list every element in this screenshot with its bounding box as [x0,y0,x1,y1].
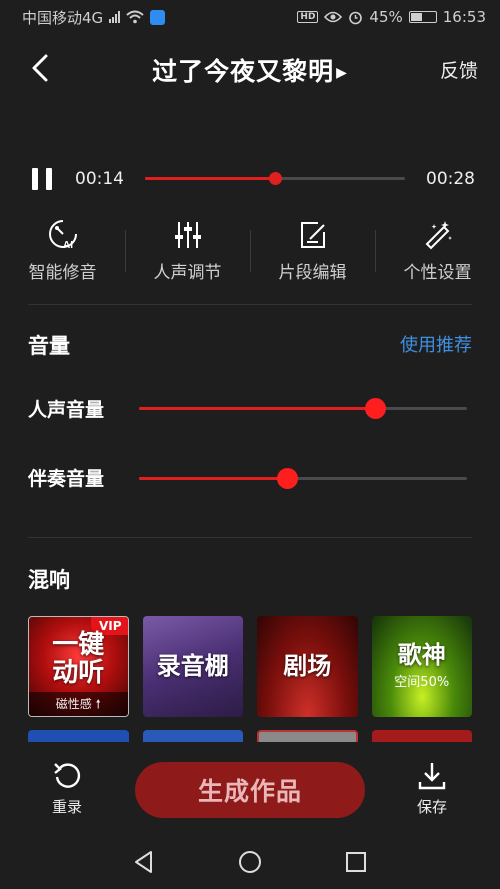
reverb-tile-singer-god[interactable]: 歌神 空间50% [371,616,472,717]
shield-icon [150,9,166,25]
edit-icon [300,222,325,248]
system-nav-bar [0,832,500,889]
reverb-tile-studio[interactable]: 录音棚 [142,616,243,717]
carrier-label: 中国移动4G [22,8,104,27]
volume-section-title: 音量 [28,334,70,358]
tool-label: 片段编辑 [278,263,347,283]
feedback-button[interactable]: 反馈 [440,56,478,83]
save-label: 保存 [416,798,447,816]
reverb-section-title: 混响 [28,568,70,592]
tool-label: 人声调节 [153,263,222,283]
playback-progress[interactable] [145,172,405,185]
tool-vocal-adjust[interactable]: 人声调节 [125,218,250,284]
song-title[interactable]: 过了今夜又黎明 ▶ [0,52,500,88]
slider-fill [139,477,287,480]
pause-bar-right [46,168,52,190]
progress-fill [145,177,275,180]
reverb-tile-one-click[interactable]: VIP 一键 动听 磁性感 🠕 [28,616,129,717]
battery-icon [408,11,437,23]
pause-bar-left [32,168,38,190]
tile-title-line1: 一键 [52,630,105,661]
vocal-volume-slider[interactable] [139,398,467,419]
tile-title: 录音棚 [156,651,229,680]
tile-footer: 磁性感 🠕 [29,692,128,716]
accompaniment-volume-thumb[interactable] [276,468,298,489]
accompaniment-volume-label: 伴奏音量 [28,468,105,490]
vocal-volume-thumb[interactable] [365,398,387,419]
sliders-icon [174,222,201,248]
tool-personal-settings[interactable]: 个性设置 [375,218,500,284]
home-circle-icon[interactable] [238,850,262,874]
song-title-text: 过了今夜又黎明 [152,57,335,86]
tile-subtitle: 空间50% [394,674,450,690]
vocal-volume-label: 人声音量 [28,399,105,421]
redo-icon [54,763,81,788]
accompaniment-volume-slider[interactable] [139,468,467,489]
wifi-icon [126,10,144,24]
tile-title: 歌神 [397,641,446,670]
battery-percent: 45% [369,8,403,26]
tile-title: 一键 动听 [52,630,105,688]
download-icon [418,763,446,790]
recents-square-icon[interactable] [344,850,368,874]
eye-icon [324,11,343,23]
player-bar: 00:14 00:28 [0,160,500,200]
tool-row: AI 智能修音 人声调节 片段编辑 个性设置 [0,218,500,284]
use-recommend-link[interactable]: 使用推荐 [400,331,472,357]
clock: 16:53 [442,8,486,26]
hd-badge: HD [297,11,319,23]
tile-title: 剧场 [283,651,332,680]
rerecord-button[interactable]: 重录 [37,760,97,817]
pause-button[interactable] [32,168,52,190]
progress-thumb[interactable] [269,172,282,185]
signal-icon [109,11,121,23]
bottom-action-bar: 重录 生成作品 保存 [0,742,500,832]
tool-label: 个性设置 [403,263,472,283]
divider [28,537,472,538]
tool-clip-edit[interactable]: 片段编辑 [250,218,375,284]
ai-tune-icon: AI [48,220,77,251]
generate-work-button[interactable]: 生成作品 [135,762,365,818]
tile-title-line2: 动听 [52,657,105,688]
status-bar: 中国移动4G HD 45% 16:53 [0,0,500,34]
reverb-tiles: VIP 一键 动听 磁性感 🠕 录音棚 剧场 歌神 空间50% [28,616,472,717]
divider [28,304,472,305]
tool-smart-tune[interactable]: AI 智能修音 [0,218,125,284]
svg-text:AI: AI [63,240,73,251]
magic-wand-icon [425,221,452,250]
back-triangle-icon[interactable] [132,850,156,874]
rerecord-label: 重录 [51,798,82,816]
title-bar: 过了今夜又黎明 ▶ 反馈 [0,34,500,104]
reverb-tile-theater[interactable]: 剧场 [257,616,358,717]
current-time: 00:14 [75,169,124,189]
total-time: 00:28 [426,169,475,189]
caret-right-icon: ▶ [336,65,348,81]
save-button[interactable]: 保存 [402,760,462,817]
slider-fill [139,407,376,410]
alarm-icon [349,11,363,24]
tool-label: 智能修音 [28,263,97,283]
